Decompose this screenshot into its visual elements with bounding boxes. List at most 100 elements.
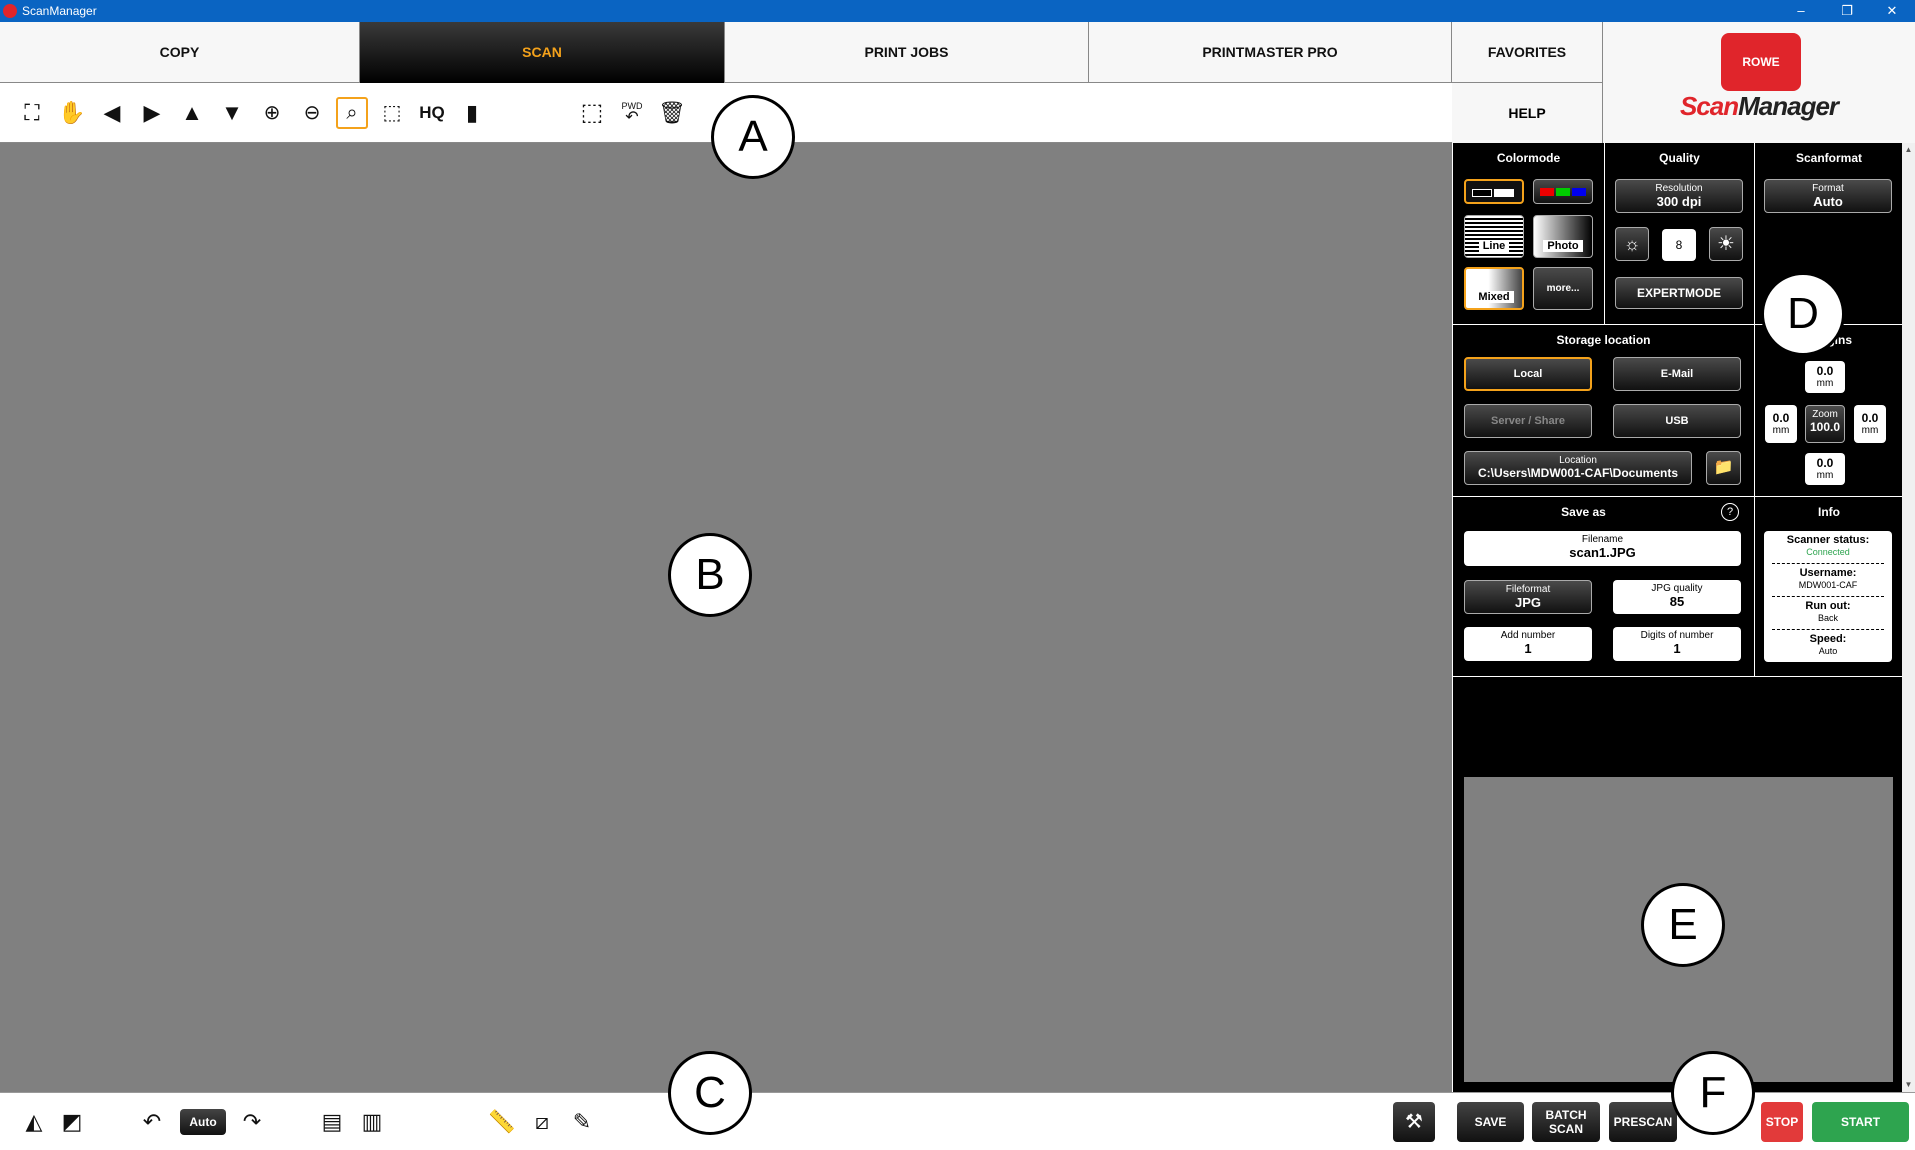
tab-favorites[interactable]: FAVORITES xyxy=(1452,22,1603,83)
zoom-fit-icon[interactable]: ⌕ xyxy=(336,97,368,129)
location-path-button[interactable]: Location C:\Users\MDW001-CAF\Documents xyxy=(1464,451,1692,485)
scan-preview-canvas[interactable] xyxy=(0,143,1452,1092)
colormode-bw-button[interactable] xyxy=(1464,179,1524,204)
start-button[interactable]: START xyxy=(1812,1102,1909,1142)
add-number-field[interactable]: Add number 1 xyxy=(1464,627,1592,661)
brightness-down-icon[interactable]: ☼ xyxy=(1615,227,1649,261)
close-icon[interactable]: ✕ xyxy=(1869,0,1915,22)
storage-email-button[interactable]: E-Mail xyxy=(1613,357,1741,391)
scroll-down-icon[interactable]: ▼ xyxy=(1902,1078,1915,1092)
rotate-left-icon[interactable]: ↶ xyxy=(136,1106,168,1138)
margins-section: Margins 0.0mm 0.0mm Zoom100.0 0.0mm 0.0m… xyxy=(1755,325,1903,497)
zoom-out-icon[interactable]: ⊖ xyxy=(296,97,328,129)
rowe-badge: ROWE xyxy=(1721,33,1801,91)
tab-help[interactable]: HELP xyxy=(1452,83,1603,143)
tab-copy[interactable]: COPY xyxy=(0,22,360,83)
colormode-more-button[interactable]: more... xyxy=(1533,267,1593,310)
username-value: MDW001-CAF xyxy=(1798,580,1858,590)
colormode-section: Colormode Line Photo Mixed more... xyxy=(1453,143,1605,325)
saveas-section: Save as ? Filename scan1.JPG Fileformat JP… xyxy=(1453,497,1755,677)
info-title: Info xyxy=(1818,505,1840,519)
save-button[interactable]: SAVE xyxy=(1457,1102,1524,1142)
colormode-color-button[interactable] xyxy=(1533,179,1593,204)
logo-word-manager: Manager xyxy=(1738,91,1839,121)
storage-section: Storage location Local E-Mail Server / S… xyxy=(1453,325,1755,497)
username-label: Username: xyxy=(1799,567,1857,579)
resolution-button[interactable]: Resolution 300 dpi xyxy=(1615,179,1743,213)
zoom-field[interactable]: Zoom 100.0 xyxy=(1805,405,1845,443)
logo-word-scan: Scan xyxy=(1679,91,1739,121)
quality-title: Quality xyxy=(1659,151,1700,165)
speed-label: Speed: xyxy=(1809,633,1847,645)
app-icon xyxy=(3,4,17,18)
storage-usb-button[interactable]: USB xyxy=(1613,404,1741,438)
filename-field[interactable]: Filename scan1.JPG xyxy=(1464,531,1741,566)
runout-value: Back xyxy=(1817,613,1838,623)
fit-all-icon[interactable]: ⛶ xyxy=(16,97,48,129)
format-button[interactable]: Format Auto xyxy=(1764,179,1892,213)
margin-left-field[interactable]: 0.0 mm xyxy=(1765,405,1797,443)
arrow-right-icon[interactable]: ▶ xyxy=(136,97,168,129)
scroll-up-icon[interactable]: ▲ xyxy=(1902,143,1915,157)
colormode-line-button[interactable]: Line xyxy=(1464,215,1524,258)
arrow-left-icon[interactable]: ◀ xyxy=(96,97,128,129)
storage-server-share-button[interactable]: Server / Share xyxy=(1464,404,1592,438)
speed-value: Auto xyxy=(1818,646,1838,656)
page-icon[interactable]: ▤ xyxy=(316,1106,348,1138)
storage-local-button[interactable]: Local xyxy=(1464,357,1592,391)
digits-of-number-field[interactable]: Digits of number 1 xyxy=(1613,627,1741,661)
pwd-undo-icon[interactable]: PWD ↶ xyxy=(616,97,648,129)
pan-hand-icon[interactable]: ✋ xyxy=(56,97,88,129)
scanner-status-value: Connected xyxy=(1806,547,1850,557)
mirror-icon[interactable]: ◭ xyxy=(18,1106,50,1138)
batch-scan-button[interactable]: BATCH SCAN xyxy=(1532,1102,1600,1142)
saveas-help-icon[interactable]: ? xyxy=(1721,503,1739,521)
rotate-right-icon[interactable]: ↷ xyxy=(236,1106,268,1138)
brightness-up-icon[interactable]: ☀ xyxy=(1709,227,1743,261)
marker-f: F xyxy=(1671,1051,1755,1135)
tab-printmaster-pro[interactable]: PRINTMASTER PRO xyxy=(1089,22,1452,83)
brightness-value[interactable]: 8 xyxy=(1662,229,1696,261)
restore-icon[interactable]: ❐ xyxy=(1824,0,1870,22)
auto-rotate-button[interactable]: Auto xyxy=(180,1109,226,1135)
trash-icon[interactable]: 🗑 xyxy=(656,97,688,129)
folder-browse-icon[interactable]: 📁 xyxy=(1706,451,1741,485)
bottom-toolbar: ◭ ◩ ↶ Auto ↷ ▤ ▥ 📏 ⧄ ✎ ⚒ SAVE BATCH SCAN … xyxy=(0,1092,1915,1150)
selection-rect-icon[interactable]: ⬚ xyxy=(576,97,608,129)
expertmode-button[interactable]: EXPERTMODE xyxy=(1615,277,1743,309)
arrow-up-icon[interactable]: ▲ xyxy=(176,97,208,129)
prescan-button[interactable]: PRESCAN xyxy=(1609,1102,1677,1142)
margin-right-field[interactable]: 0.0 mm xyxy=(1854,405,1886,443)
colormode-title: Colormode xyxy=(1496,151,1561,165)
stop-button[interactable]: STOP xyxy=(1761,1102,1803,1142)
tab-print-jobs[interactable]: PRINT JOBS xyxy=(725,22,1089,83)
fileformat-button[interactable]: Fileformat JPG xyxy=(1464,580,1592,614)
runout-label: Run out: xyxy=(1805,600,1851,612)
multi-page-icon[interactable]: ▥ xyxy=(356,1106,388,1138)
area-measure-icon[interactable]: ⧄ xyxy=(526,1106,558,1138)
rowe-scanmanager-logo: ROWE ScanManager xyxy=(1603,22,1915,143)
panel-scrollbar[interactable]: ▲ ▼ xyxy=(1902,143,1915,1092)
marker-a: A xyxy=(711,95,795,179)
margin-bottom-field[interactable]: 0.0 mm xyxy=(1805,453,1845,485)
hq-button[interactable]: HQ xyxy=(416,97,448,129)
tools-icon[interactable]: ⚒ xyxy=(1393,1102,1435,1142)
margin-top-field[interactable]: 0.0 mm xyxy=(1805,361,1845,393)
minimize-icon[interactable]: – xyxy=(1778,0,1824,22)
scanformat-title: Scanformat xyxy=(1795,151,1863,165)
title-bar: ScanManager – ❐ ✕ xyxy=(0,0,1915,22)
zoom-in-icon[interactable]: ⊕ xyxy=(256,97,288,129)
pencil-icon[interactable]: ✎ xyxy=(566,1106,598,1138)
arrow-down-icon[interactable]: ▼ xyxy=(216,97,248,129)
jpg-quality-field[interactable]: JPG quality 85 xyxy=(1613,580,1741,614)
tab-scan[interactable]: SCAN xyxy=(360,22,725,83)
colormode-photo-button[interactable]: Photo xyxy=(1533,215,1593,258)
ruler-icon[interactable]: 📏 xyxy=(486,1106,518,1138)
info-box: Scanner status: Connected Username: MDW001… xyxy=(1764,531,1892,662)
book-icon[interactable]: ▮ xyxy=(456,97,488,129)
invert-icon[interactable]: ◩ xyxy=(56,1106,88,1138)
saveas-title: Save as xyxy=(1561,505,1606,519)
crop-select-icon[interactable]: ⬚ xyxy=(376,97,408,129)
colormode-mixed-button[interactable]: Mixed xyxy=(1464,267,1524,310)
quality-section: Quality Resolution 300 dpi ☼ 8 ☀ EXPERTM… xyxy=(1605,143,1755,325)
